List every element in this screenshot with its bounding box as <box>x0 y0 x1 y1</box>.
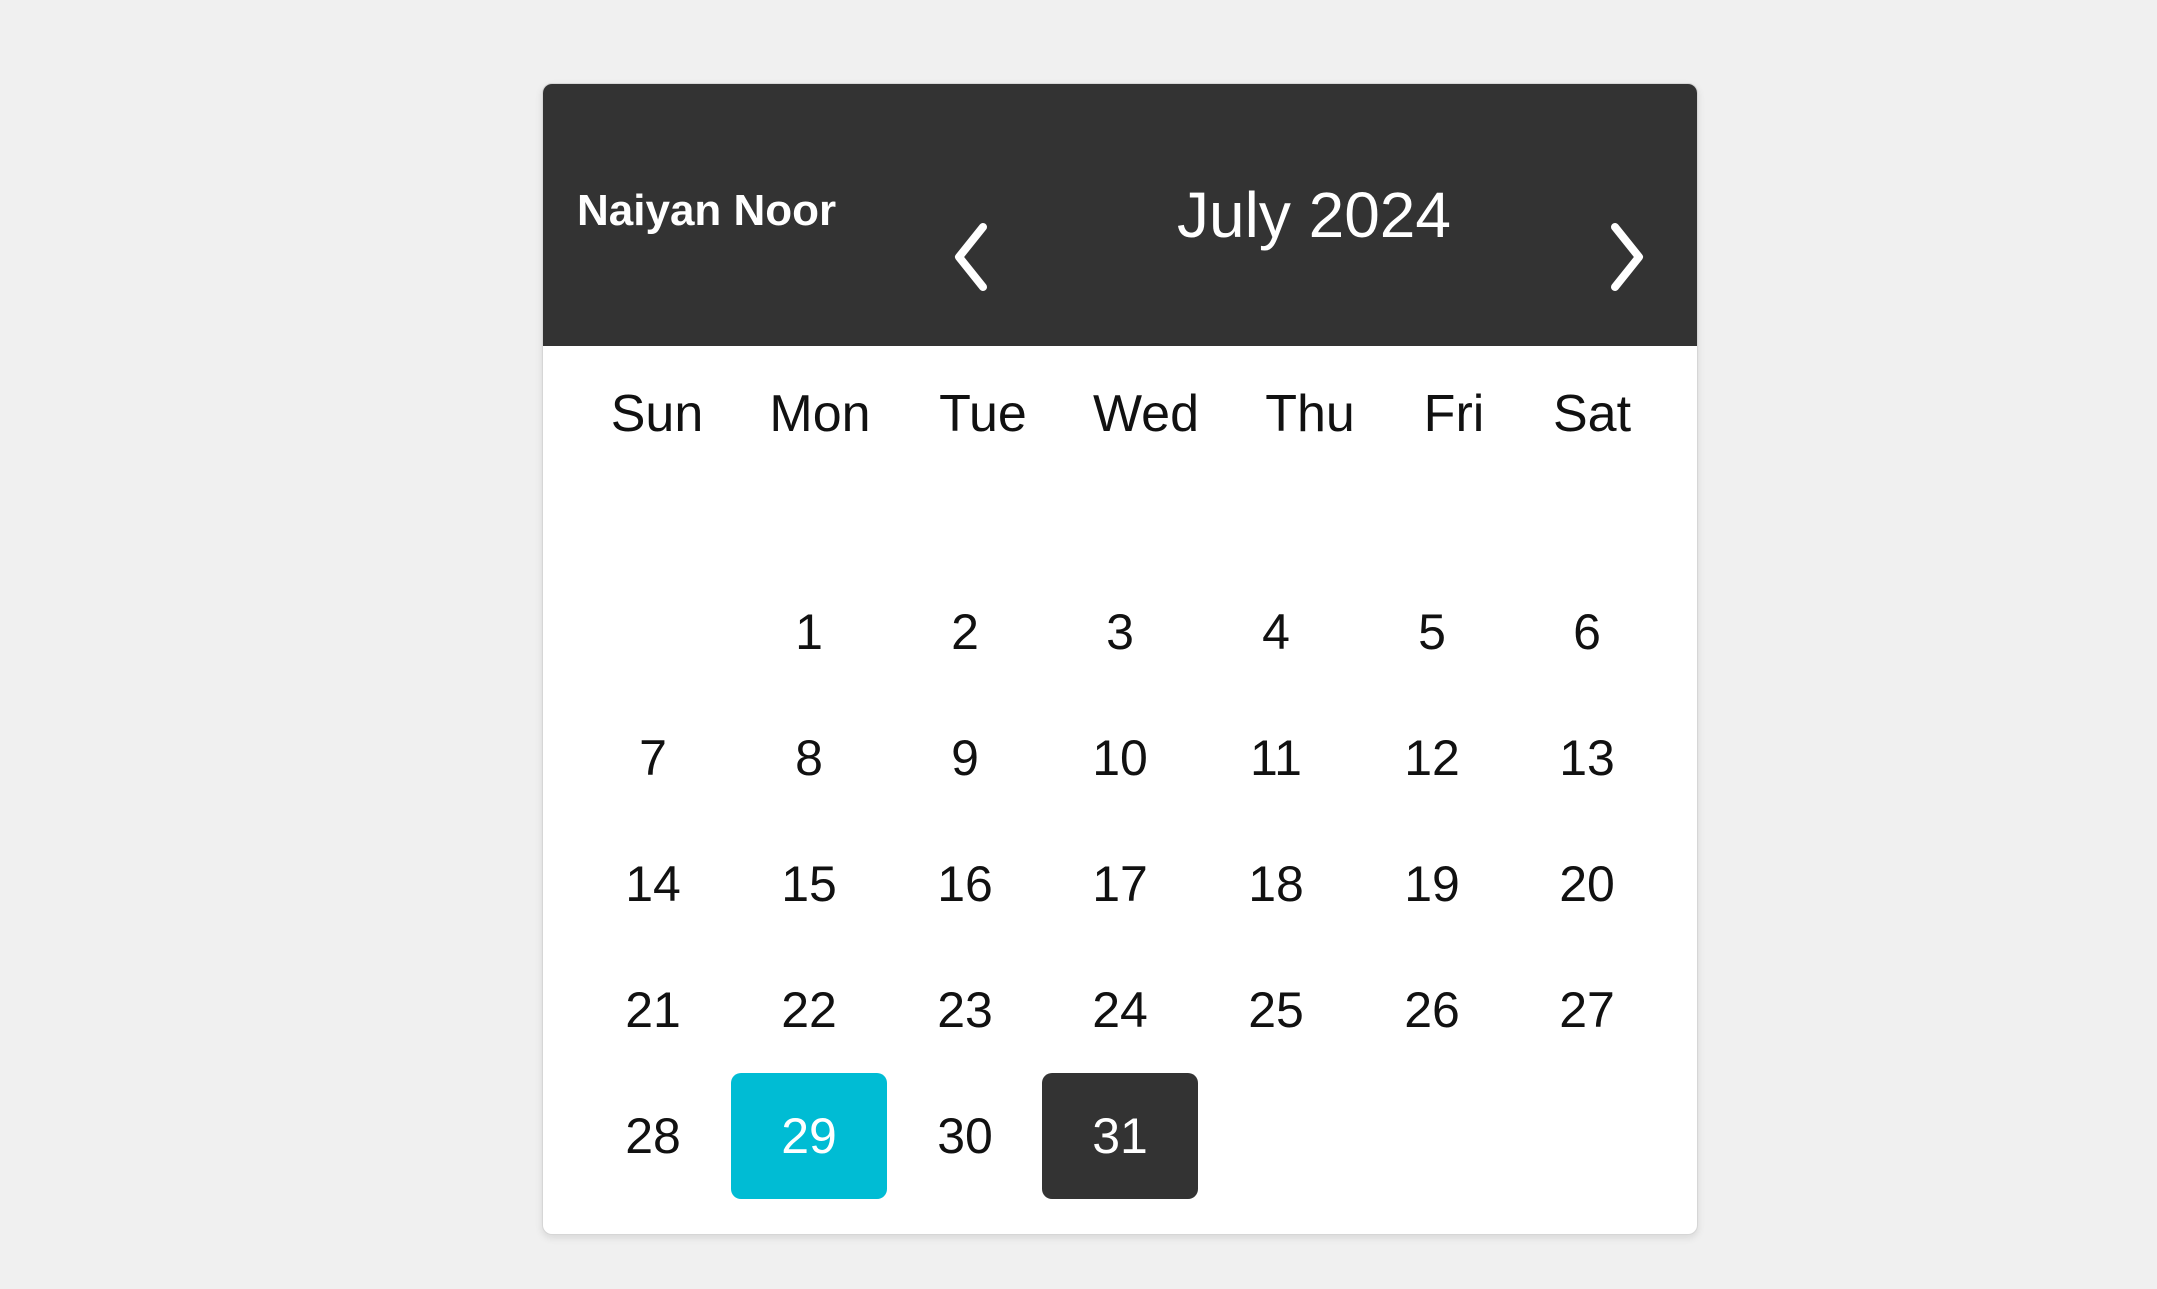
day-cell-4[interactable]: 4 <box>1198 569 1354 695</box>
weekday-thu: Thu <box>1265 385 1355 443</box>
day-cell-14[interactable]: 14 <box>575 821 731 947</box>
day-cell-30[interactable]: 30 <box>887 1073 1043 1199</box>
day-cell-18[interactable]: 18 <box>1198 821 1354 947</box>
day-cell-13[interactable]: 13 <box>1509 695 1665 821</box>
day-cell-12[interactable]: 12 <box>1354 695 1510 821</box>
day-cell-2[interactable]: 2 <box>887 569 1043 695</box>
weekday-sat: Sat <box>1552 385 1632 443</box>
weekday-sun: Sun <box>610 385 704 443</box>
day-cell-8[interactable]: 8 <box>731 695 887 821</box>
day-cell-5[interactable]: 5 <box>1354 569 1510 695</box>
day-cell-7[interactable]: 7 <box>575 695 731 821</box>
owner-name: Naiyan Noor <box>577 186 837 235</box>
weekday-wed: Wed <box>1093 385 1199 443</box>
day-cell-28[interactable]: 28 <box>575 1073 731 1199</box>
month-year-title: July 2024 <box>1177 179 1451 251</box>
day-cell-1[interactable]: 1 <box>731 569 887 695</box>
chevron-right-icon <box>1591 209 1663 305</box>
day-cell-11[interactable]: 11 <box>1198 695 1354 821</box>
day-cell-23[interactable]: 23 <box>887 947 1043 1073</box>
day-cell-22[interactable]: 22 <box>731 947 887 1073</box>
day-cell-25[interactable]: 25 <box>1198 947 1354 1073</box>
day-cell-15[interactable]: 15 <box>731 821 887 947</box>
day-cell-21[interactable]: 21 <box>575 947 731 1073</box>
day-cell-24[interactable]: 24 <box>1042 947 1198 1073</box>
weekday-fri: Fri <box>1423 385 1485 443</box>
calendar-widget: Naiyan Noor July 2024 Sun Mon Tue Wed Th… <box>542 83 1698 1235</box>
day-cell-29[interactable]: 29 <box>731 1073 887 1199</box>
calendar-header: Naiyan Noor July 2024 <box>543 84 1697 346</box>
day-cell-19[interactable]: 19 <box>1354 821 1510 947</box>
day-cell-20[interactable]: 20 <box>1509 821 1665 947</box>
day-cell-17[interactable]: 17 <box>1042 821 1198 947</box>
day-cell-3[interactable]: 3 <box>1042 569 1198 695</box>
day-cell-9[interactable]: 9 <box>887 695 1043 821</box>
prev-month-button[interactable] <box>935 209 1007 305</box>
day-cell-10[interactable]: 10 <box>1042 695 1198 821</box>
next-month-button[interactable] <box>1591 209 1663 305</box>
day-cell-31[interactable]: 31 <box>1042 1073 1198 1199</box>
weekday-mon: Mon <box>769 385 871 443</box>
day-cell-6[interactable]: 6 <box>1509 569 1665 695</box>
chevron-left-icon <box>935 209 1007 305</box>
day-cell-27[interactable]: 27 <box>1509 947 1665 1073</box>
weekday-tue: Tue <box>939 385 1027 443</box>
day-cell-26[interactable]: 26 <box>1354 947 1510 1073</box>
day-cell-16[interactable]: 16 <box>887 821 1043 947</box>
